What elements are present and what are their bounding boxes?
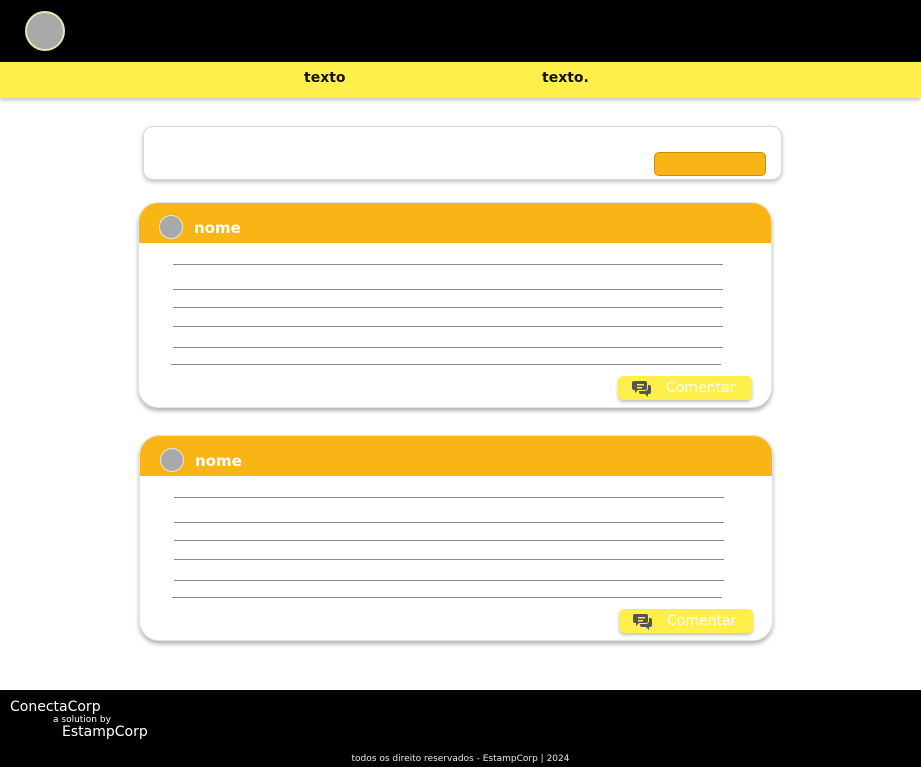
brand-name: ConectaCorp (10, 699, 101, 715)
text-line (174, 559, 724, 560)
post-card: nome Comentar (138, 202, 772, 408)
text-line (172, 597, 722, 598)
top-header (0, 0, 921, 62)
post-author-name: nome (195, 452, 242, 470)
post-author-name: nome (194, 219, 241, 237)
nav-bar: texto texto. (0, 62, 921, 98)
post-avatar[interactable] (160, 448, 184, 472)
post-header: nome (139, 203, 771, 243)
post-header: nome (140, 436, 772, 476)
comment-label: Comentar (666, 380, 736, 396)
text-line (173, 289, 723, 290)
brand-logo: ConectaCorp a solution by EstampCorp (10, 699, 148, 740)
text-line (173, 264, 723, 265)
post-card: nome Comentar (139, 435, 773, 641)
text-line (171, 364, 721, 365)
footer: ConectaCorp a solution by EstampCorp tod… (0, 690, 921, 767)
comment-label: Comentar (667, 613, 737, 629)
text-line (173, 307, 723, 308)
chat-bubbles-icon (632, 381, 651, 397)
chat-bubbles-icon (633, 614, 652, 630)
user-avatar[interactable] (25, 11, 65, 51)
comment-button[interactable]: Comentar (618, 376, 752, 400)
text-line (174, 580, 724, 581)
text-line (174, 522, 724, 523)
text-line (174, 497, 724, 498)
post-composer[interactable] (143, 126, 782, 180)
post-avatar[interactable] (159, 215, 183, 239)
text-line (174, 540, 724, 541)
brand-company: EstampCorp (62, 724, 148, 740)
text-line (173, 347, 723, 348)
copyright-text: todos os direito reservados - EstampCorp… (351, 754, 570, 764)
text-line (173, 326, 723, 327)
comment-button[interactable]: Comentar (619, 609, 753, 633)
nav-link-2[interactable]: texto. (542, 70, 589, 86)
publish-button[interactable] (654, 152, 766, 176)
nav-link-1[interactable]: texto (304, 70, 346, 86)
